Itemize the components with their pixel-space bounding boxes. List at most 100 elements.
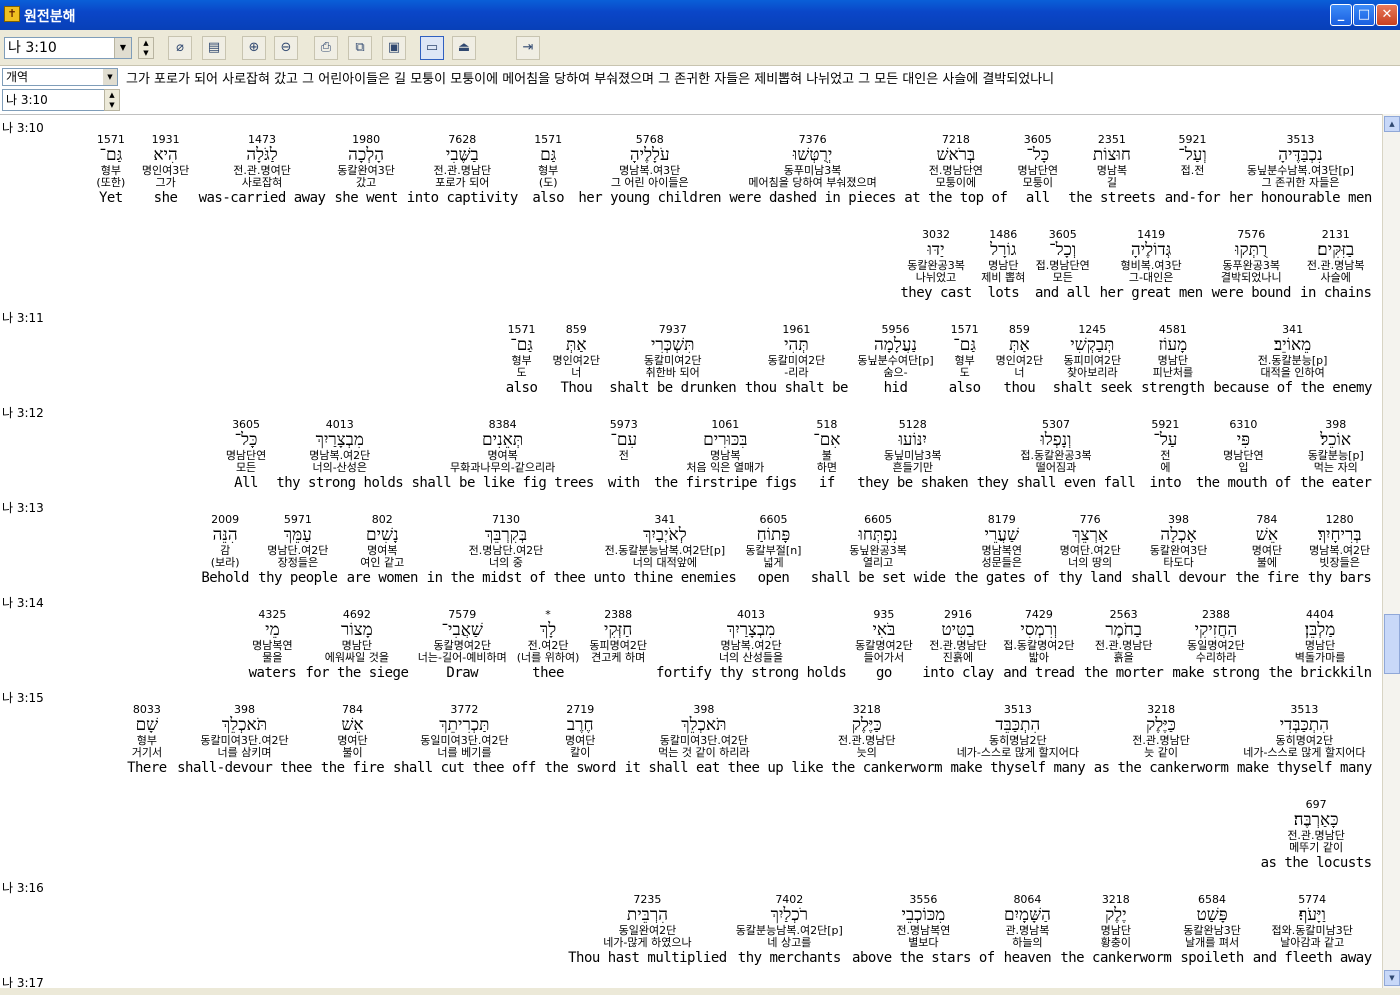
- interlinear-word[interactable]: 7235 הִרְבֵּית 동일완여2단 네가-많게 하였으나 Thou hast m…: [568, 893, 727, 967]
- print-icon[interactable]: ⎙: [314, 36, 338, 60]
- interlinear-word[interactable]: 1061 בִּכּוּרִים 명남복 처음 익은 열매가 the firstripe…: [654, 418, 797, 492]
- document-icon[interactable]: ▤: [202, 36, 226, 60]
- interlinear-word[interactable]: 5921 עַל־ 전 에 into: [1143, 418, 1187, 492]
- interlinear-word[interactable]: 5971 עַמֵּךְ 명남단.여2단 장정들은 thy people: [258, 513, 338, 587]
- interlinear-word[interactable]: 7579 שַׁאֲבִי־ 동칼명여2단 너는-길어-예비하며 Draw: [417, 608, 508, 682]
- exit-icon[interactable]: ⇥: [516, 36, 540, 60]
- layout-view-icon[interactable]: ▭: [420, 36, 444, 60]
- interlinear-word[interactable]: 3556 מִכּוֹכְבֵי 전.명남복연 별보다 above the stars …: [852, 893, 995, 967]
- interlinear-word[interactable]: 2563 בַחֹמֶר 전.관.명남단 흙을 the morter: [1083, 608, 1164, 682]
- interlinear-word[interactable]: 802 נָשִׁים 명여복 여인 같고 are women: [346, 513, 419, 587]
- interlinear-word[interactable]: 5973 עִם־ 전 with: [602, 418, 646, 492]
- zoom-out-icon[interactable]: ⊖: [274, 36, 298, 60]
- reference-spinner[interactable]: ▲ ▼: [138, 37, 154, 59]
- interlinear-word[interactable]: 4404 מַלְבֵּן׃ 명남단 벽돌가마를 the brickkiln: [1268, 608, 1373, 682]
- interlinear-word[interactable]: 1473 לַגֹּלָה 전.관.명여단 사로잡혀 was-carried away: [198, 133, 326, 207]
- chevron-down-icon[interactable]: ▼: [114, 38, 131, 58]
- interlinear-word[interactable]: 3218 כַּיֶּלֶק 전.관.명남단 늣 같이 as the cankerwor…: [1093, 703, 1229, 777]
- interlinear-word[interactable]: 8179 שַׁעֲרֵי 명남복연 성문들은 the gates of: [954, 513, 1050, 587]
- interlinear-word[interactable]: 398 תֹּאכְלֵךְ 동칼미여3단.여2단 너를 삼키며 shall-devou…: [177, 703, 312, 777]
- interlinear-word[interactable]: 1245 תְּבַקְשִׁי 동피미여2단 찾아보리라 shalt seek: [1052, 323, 1133, 397]
- attach-icon[interactable]: ⌀: [168, 36, 192, 60]
- interlinear-word[interactable]: 784 אֵשׁ 명여단 불에 the fire: [1235, 513, 1300, 587]
- reference-combobox[interactable]: 나 3:10 ▼: [4, 37, 132, 59]
- interlinear-word[interactable]: 1571 גַּם־ 형부 도 also: [943, 323, 987, 397]
- interlinear-word[interactable]: 7402 רֹכְלַיִךְ 동칼분능남복.여2단[p] 네 상고를 thy merc…: [735, 893, 844, 967]
- interlinear-word[interactable]: 8064 הַשָּׁמָיִם 관.명남복 하늘의 heaven: [1003, 893, 1052, 967]
- interlinear-word[interactable]: 4013 מִבְצָרַיִךְ 명남복.여2단 너의-산성은 thy strong …: [276, 418, 403, 492]
- interlinear-word[interactable]: 2388 הַחֲזִיקִי 동일명여2단 수리하라 make strong: [1172, 608, 1260, 682]
- interlinear-word[interactable]: 3032 יַדּוּ 동칼완공3복 나뉘었고 they cast: [900, 228, 973, 302]
- interlinear-word[interactable]: 2131 בַזִּקִּים׃ 전.관.명남복 사슬에 in chains: [1299, 228, 1372, 302]
- interlinear-word[interactable]: 3218 יֶלֶק 명남단 황충이 the cankerworm: [1060, 893, 1172, 967]
- interlinear-word[interactable]: 398 תֹּאכְלֵךְ 동칼미여3단.여2단 먹는 것 같이 하리라 it sha…: [625, 703, 784, 777]
- interlinear-word[interactable]: 697 כָּאַרְבֶּה׃ 전.관.명남단 메뚜기 같이 as the locus…: [1260, 798, 1373, 872]
- scroll-down-icon[interactable]: ▼: [1384, 970, 1400, 986]
- interlinear-word[interactable]: 2719 חֶרֶב 명여단 칼이 the sword: [544, 703, 617, 777]
- interlinear-word[interactable]: 3605 כָּל־ 명남단연 모퉁이 all: [1016, 133, 1060, 207]
- interlinear-word[interactable]: 341 לְאֹיְבַיִךְ 전.동칼분능남복.여2단[p] 너의 대적앞에 unt…: [593, 513, 737, 587]
- interlinear-word[interactable]: 5774 וַיָּעֹף׃ 접와.동칼미남3단 날아감과 같고 and fleeth …: [1252, 893, 1372, 967]
- interlinear-word[interactable]: 4013 מִבְצָרַיִךְ 명남복.여2단 너의 산성들을 fortify th…: [656, 608, 847, 682]
- interlinear-word[interactable]: 6605 פָּתוֹחַ 동칼부절[n] 넓게 open: [744, 513, 802, 587]
- interlinear-word[interactable]: 1931 הִיא 명인여3단 그가 she: [141, 133, 190, 207]
- interlinear-word[interactable]: 5921 וְעַל־ 접.전 and-for: [1164, 133, 1221, 207]
- interlinear-word[interactable]: 7937 תִּשְׁכְּרִי 동칼미여2단 취한바 되어 shalt be dru…: [609, 323, 736, 397]
- close-button[interactable]: ✕: [1376, 4, 1398, 26]
- interlinear-word[interactable]: 1571 גַּם־ 형부 (또한) Yet: [89, 133, 133, 207]
- interlinear-word[interactable]: 1571 גַּם 형부 (도) also: [526, 133, 570, 207]
- interlinear-word[interactable]: 7218 בְּרֹאשׁ 전.명남단연 모퉁이에 at the top of: [904, 133, 1008, 207]
- interlinear-word[interactable]: 6584 פָּשַׁט 동칼완남3단 날개를 펴서 spoileth: [1180, 893, 1245, 967]
- interlinear-word[interactable]: 1486 גוֹרָל 명남단 제비 뽑혀 lots: [980, 228, 1026, 302]
- interlinear-word[interactable]: 4325 מֵי 명남복연 물을 waters: [248, 608, 297, 682]
- interlinear-word[interactable]: 784 אֵשׁ 명여단 불이 the fire: [320, 703, 385, 777]
- interlinear-word[interactable]: 935 בֹּאִי 동칼명여2단 들어가서 go: [854, 608, 914, 682]
- interlinear-word[interactable]: 4692 מָצוֹר 명남단 에워싸일 것을 for the siege: [305, 608, 409, 682]
- minimize-button[interactable]: _: [1330, 4, 1352, 26]
- interlinear-word[interactable]: 5956 נַעֲלָמָה 동닢분수여단[p] 숨으-hid: [856, 323, 934, 397]
- scroll-thumb[interactable]: [1384, 614, 1400, 674]
- interlinear-word[interactable]: 7576 רֻתְּקוּ 동푸완공3복 결박되었나니 were bound: [1211, 228, 1292, 302]
- chevron-down-icon[interactable]: ▼: [103, 69, 117, 85]
- interlinear-word[interactable]: 7376 יְרֻטְּשׁוּ 동푸미남3복 메어침을 당하여 부숴졌으며 were …: [729, 133, 896, 207]
- interlinear-word[interactable]: 1571 גַּם־ 형부 도 also: [500, 323, 544, 397]
- scroll-up-icon[interactable]: ▲: [1384, 116, 1400, 132]
- interlinear-word[interactable]: 341 מֵאוֹיֵב׃ 전.동칼분능[p] 대적을 인하여 because of t…: [1213, 323, 1372, 397]
- interlinear-word[interactable]: 8384 תְּאֵנִים 명여복 무화과나무의-같으리라 shall be like…: [411, 418, 594, 492]
- interlinear-word[interactable]: 8033 שָׁם 형부 거기서 There: [125, 703, 169, 777]
- interlinear-word[interactable]: 3513 נִכְבַּדֶּיהָ 동닢분수남복.여3단[p] 그 존귀한 자들은 h…: [1229, 133, 1372, 207]
- interlinear-word[interactable]: 2388 חַזְּקִי 동피명여2단 견고케 하며: [588, 608, 648, 682]
- interlinear-word[interactable]: 776 אַרְצֵךְ 명여단.여2단 너의 땅의 thy land: [1058, 513, 1123, 587]
- interlinear-word[interactable]: 3218 כַּיֶּלֶק 전.관.명남단 늣의 like the cankerwor…: [791, 703, 942, 777]
- copy-icon[interactable]: ⧉: [348, 36, 372, 60]
- interlinear-word[interactable]: 1961 תְּהִי 동칼미여2단 -리라 thou shalt be: [744, 323, 849, 397]
- interlinear-word[interactable]: 1280 בְּרִיחָיִךְ׃ 명남복.여2단 빗장들은 thy bars: [1307, 513, 1372, 587]
- interlinear-word[interactable]: 7130 בְּקִרְבֵּךְ 전.명남단.여2단 너의 중 in the mids…: [427, 513, 586, 587]
- interlinear-word[interactable]: 2009 הִנֵּה 감 (보라) Behold: [201, 513, 250, 587]
- eject-icon[interactable]: ⏏: [452, 36, 476, 60]
- interlinear-word[interactable]: 398 אוֹכֵל׃ 동칼분능[p] 먹는 자의 the eater: [1299, 418, 1372, 492]
- interlinear-word[interactable]: 3513 הִתְכַּבְּדִי 동히명여2단 네가-스스로 많게 할지어다 mak…: [1237, 703, 1372, 777]
- interlinear-word[interactable]: 1980 הָלְכָה 동칼완여3단 갔고 she went: [334, 133, 399, 207]
- interlinear-word[interactable]: 7628 בַשֶּׁבִי 전.관.명남단 포로가 되어 into captivity: [406, 133, 519, 207]
- interlinear-word[interactable]: 2916 בַטִּיט 전.관.명남단 진흙에 into clay: [922, 608, 995, 682]
- interlinear-word[interactable]: 3772 תַּכְרִיתֵךְ 동일미여3단.여2단 너를 베기를 shall cu…: [393, 703, 536, 777]
- interlinear-word[interactable]: 1419 גְּדוֹלֶיהָ 형비복.여3단 그-대인은 her great men: [1099, 228, 1204, 302]
- interlinear-word[interactable]: 4581 מָעוֹז 명남단 피난처를 strength: [1141, 323, 1206, 397]
- secondary-reference-field[interactable]: 나 3:10: [2, 89, 120, 111]
- interlinear-word[interactable]: 398 אָכְלָה 동칼완여3단 타도다 shall devour: [1131, 513, 1227, 587]
- interlinear-word[interactable]: 7429 וְרִמְסִי 접.동칼명여2단 밟아 and tread: [1002, 608, 1075, 682]
- vertical-scrollbar[interactable]: ▲ ▼: [1382, 114, 1400, 988]
- export-icon[interactable]: ▣: [382, 36, 406, 60]
- maximize-button[interactable]: □: [1353, 4, 1375, 26]
- interlinear-word[interactable]: 518 אִם־ 불 하면 if: [805, 418, 849, 492]
- interlinear-word[interactable]: 6605 נִפְתְּחוּ 동닢완공3복 열리고 shall be set wide: [810, 513, 946, 587]
- interlinear-word[interactable]: * לָךְ 전.여2단 (너를 위하여) thee: [516, 608, 581, 682]
- interlinear-word[interactable]: 859 אַתְּ 명인여2단 너 Thou: [552, 323, 601, 397]
- interlinear-word[interactable]: 5768 עֹלָלֶיהָ 명남복.여3단 그 어린 아이들은 her young c…: [578, 133, 721, 207]
- interlinear-word[interactable]: 3605 וְכָל־ 접.명남단연 모든 and all: [1034, 228, 1091, 302]
- interlinear-word[interactable]: 6310 פִּי 명남단연 입 the mouth of: [1195, 418, 1292, 492]
- interlinear-word[interactable]: 859 אַתְּ 명인여2단 너 thou: [995, 323, 1044, 397]
- interlinear-word[interactable]: 5128 יִנּוֹעוּ 동닢미남3복 흔들기만 they be shaken: [857, 418, 969, 492]
- zoom-in-icon[interactable]: ⊕: [242, 36, 266, 60]
